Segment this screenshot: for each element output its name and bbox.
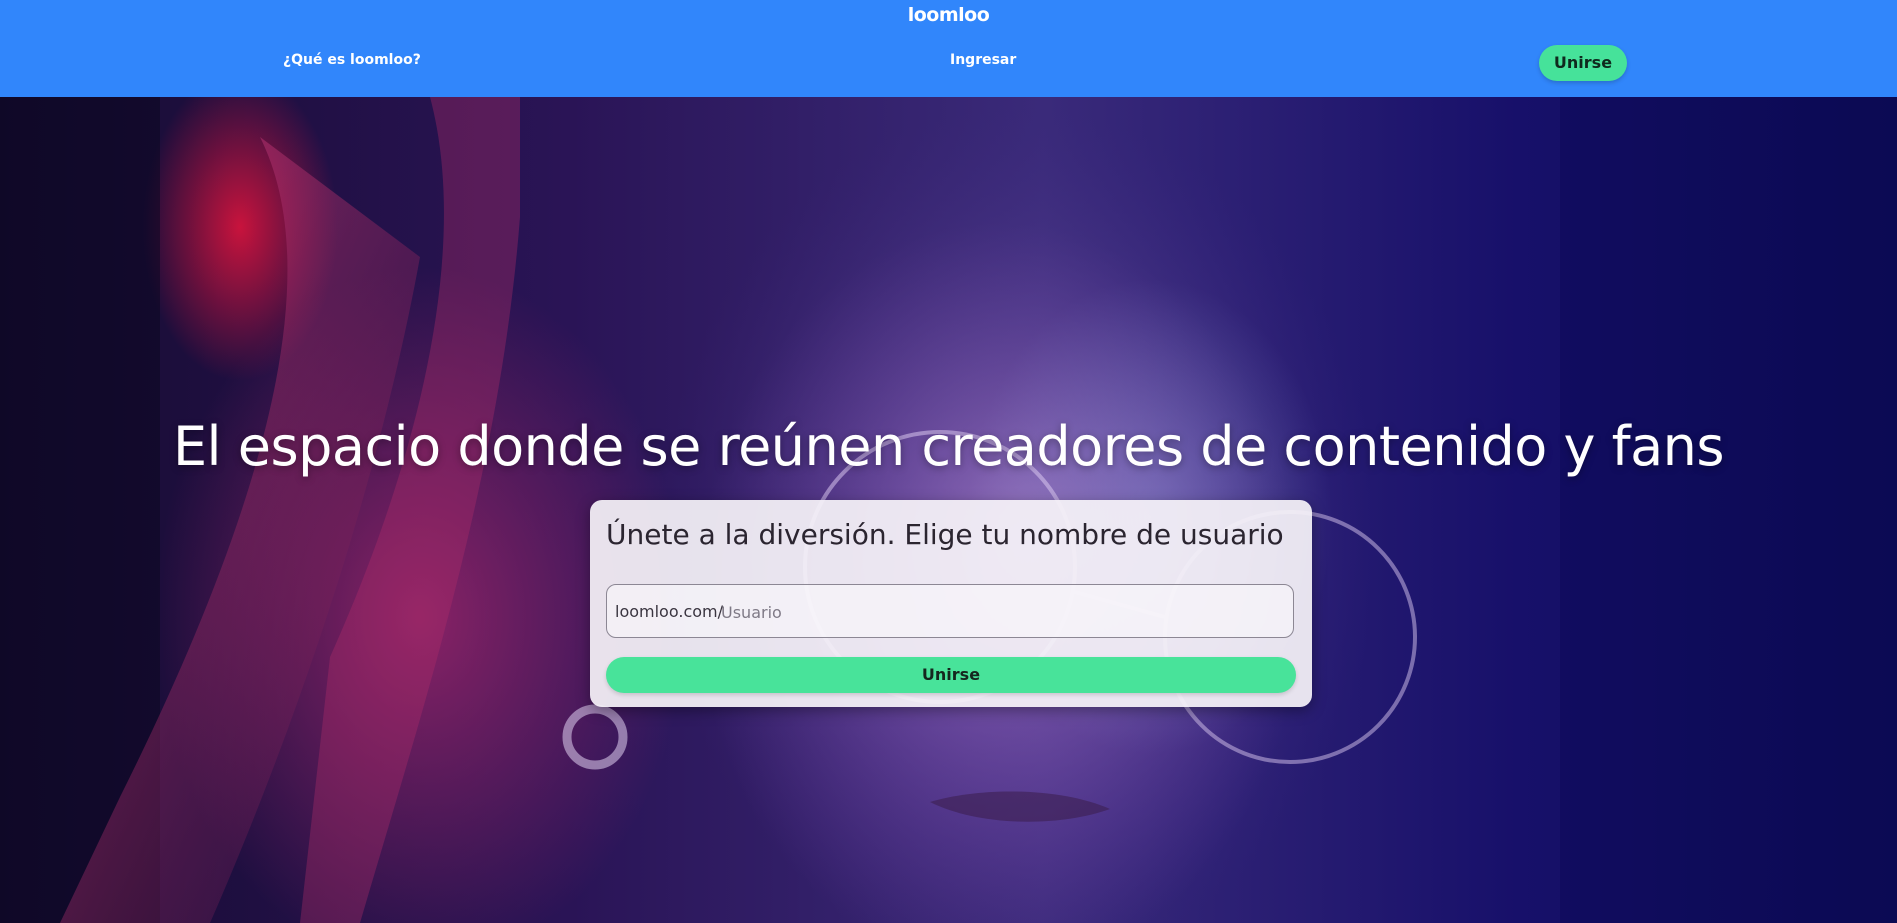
loomloo-logo[interactable]: loomloo	[0, 4, 1897, 26]
nav-login-link[interactable]: Ingresar	[950, 52, 1016, 68]
signup-join-button[interactable]: Unirse	[606, 657, 1296, 693]
username-field[interactable]: loomloo.com/	[606, 584, 1294, 638]
top-navbar: loomloo ¿Qué es loomloo? Ingresar Unirse	[0, 0, 1897, 97]
hero-section: El espacio donde se reúnen creadores de …	[0, 97, 1897, 923]
username-input[interactable]	[719, 595, 1283, 629]
signup-card-title: Únete a la diversión. Elige tu nombre de…	[606, 518, 1284, 551]
landing-page: loomloo ¿Qué es loomloo? Ingresar Unirse	[0, 0, 1897, 923]
hero-headline: El espacio donde se reúnen creadores de …	[172, 415, 1725, 478]
nav-what-is-loomloo-link[interactable]: ¿Qué es loomloo?	[283, 52, 421, 68]
nav-join-button[interactable]: Unirse	[1539, 45, 1627, 81]
signup-card: Únete a la diversión. Elige tu nombre de…	[590, 500, 1312, 707]
url-prefix: loomloo.com/	[615, 602, 723, 621]
